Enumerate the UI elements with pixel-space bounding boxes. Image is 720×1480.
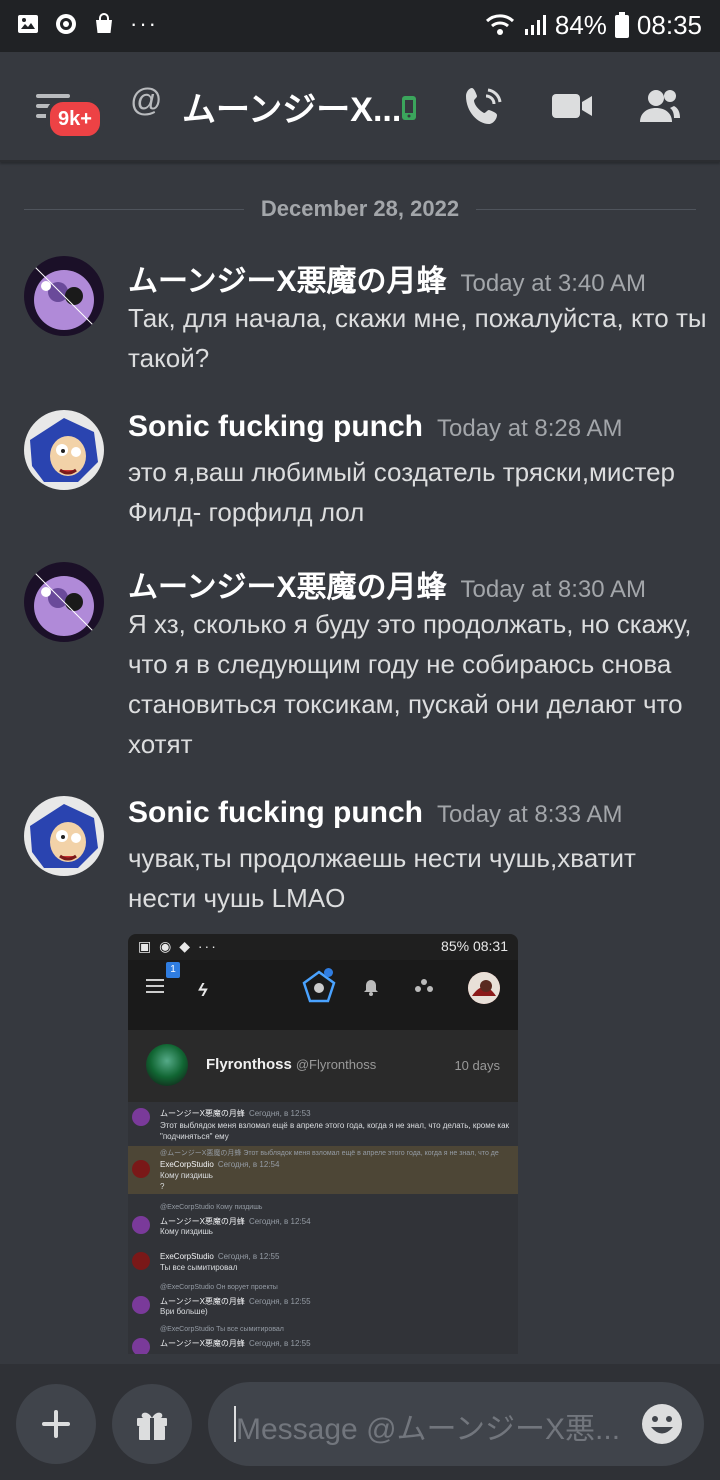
attachment-profile-avatar	[146, 1044, 188, 1086]
attachment-chat-avatar	[132, 1160, 150, 1178]
screen: ··· 84% 08:35 9k+ @ ムーンジーX... December 2…	[0, 0, 720, 1480]
battery-percent: 84%	[554, 10, 607, 40]
members-icon[interactable]	[638, 84, 682, 128]
attachment-chat-text: Ври больше)	[160, 1307, 208, 1316]
attachment-chat-reply: @ExeCorpStudio Ты все сымитировал	[160, 1326, 284, 1333]
attachment-profile-handle: @Flyronthoss	[295, 1057, 377, 1072]
gallery-icon	[18, 15, 38, 33]
timestamp: Today at 8:30 AM	[460, 576, 646, 603]
app-icon	[56, 14, 76, 34]
attachment-badge: 1	[166, 962, 180, 978]
attachment-chat-time: Сегодня, в 12:55	[217, 1252, 280, 1261]
attachment-chat-time: Сегодня, в 12:55	[248, 1297, 311, 1306]
status-bar: ··· 84% 08:35	[0, 0, 720, 52]
channel-header: 9k+ @ ムーンジーX...	[0, 52, 720, 162]
attachment-chat-author: ムーンジーX悪魔の月蜂	[160, 1109, 245, 1118]
battery-icon	[614, 12, 629, 38]
attachment-chat-avatar	[132, 1296, 150, 1314]
attachment-battery: 85%	[441, 938, 470, 954]
more-dots-icon: ···	[130, 11, 158, 36]
attachment-chat-text: Этот выблядок меня взломал ещё в апреле …	[160, 1121, 510, 1141]
attachment-status-bar: ▣ ◉ ◆ ··· 85% 08:31	[128, 934, 518, 960]
attachment-notification-dot	[324, 968, 333, 977]
attachment-chat-text: Кому пиздишь	[160, 1227, 213, 1236]
attachment-chat-text: Ты все сымитировал	[160, 1263, 238, 1272]
attachment-profile-age: 10 days	[454, 1058, 500, 1073]
date-divider: December 28, 2022	[24, 194, 696, 224]
shopping-bag-icon	[96, 13, 112, 33]
attachment-chat-avatar	[132, 1338, 150, 1354]
attachment-chat-time: Сегодня, в 12:54	[217, 1160, 280, 1169]
add-icon	[42, 1410, 70, 1438]
avatar[interactable]	[24, 410, 104, 490]
attachment-chat-reply: @ExeCorpStudio Он ворует проекты	[160, 1284, 278, 1291]
add-button[interactable]	[16, 1384, 96, 1464]
attachment-chat-avatar	[132, 1108, 150, 1126]
status-time: 08:35	[636, 10, 702, 40]
signal-icon	[524, 15, 546, 35]
at-icon: @	[130, 82, 163, 118]
attachment-chat-avatar	[132, 1216, 150, 1234]
timestamp: Today at 8:28 AM	[437, 415, 623, 442]
attachment-profile-name: Flyronthoss	[206, 1056, 292, 1073]
attachment-chat-time: Сегодня, в 12:54	[248, 1217, 311, 1226]
message-text: Так, для начала, скажи мне, пожалуйста, …	[128, 303, 707, 373]
author-name[interactable]: Sonic fucking punch	[128, 410, 423, 443]
attachment-chat-author: ExeCorpStudio	[160, 1252, 214, 1261]
message-text: Я хз, сколько я буду это продолжать, но …	[128, 609, 692, 759]
attachment-time: 08:31	[472, 938, 508, 954]
attachment-chat-text: Кому пиздишь	[160, 1171, 213, 1180]
attachment-lightning-icon: ϟ	[198, 980, 208, 1000]
attachment-chat-author: ムーンジーX悪魔の月蜂	[160, 1217, 245, 1226]
attachment-menu-icon	[146, 979, 164, 993]
attachment-chat-avatar	[132, 1252, 150, 1270]
dm-title[interactable]: ムーンジーX...	[182, 82, 401, 131]
unread-badge: 9k+	[46, 98, 104, 140]
attachment-people-icon	[415, 979, 433, 992]
attachment-chat-time: Сегодня, в 12:53	[248, 1109, 311, 1118]
attachment-chat: ムーンジーX悪魔の月蜂 Сегодня, в 12:53 Этот выблядо…	[128, 1102, 518, 1354]
author-name[interactable]: ムーンジーX悪魔の月蜂	[128, 571, 447, 604]
attachment-chat-reply: @ムーンジーX悪魔の月蜂 Этот выблядок меня взломал …	[160, 1150, 499, 1157]
gift-icon	[137, 1412, 167, 1440]
image-attachment[interactable]: ▣ ◉ ◆ ··· 85% 08:31 1 ϟ Flyronthoss @Flyr…	[128, 934, 518, 1354]
video-icon[interactable]	[550, 84, 594, 128]
date-divider-label: December 28, 2022	[260, 196, 460, 221]
avatar[interactable]	[24, 796, 104, 876]
attachment-chat-author: ExeCorpStudio	[160, 1160, 214, 1169]
attachment-chat-text: ?	[160, 1182, 165, 1191]
message-composer: Message @ムーンジーX悪...	[0, 1364, 720, 1480]
author-name[interactable]: Sonic fucking punch	[128, 796, 423, 829]
message-placeholder: Message @ムーンジーX悪...	[236, 1413, 621, 1446]
timestamp: Today at 3:40 AM	[460, 270, 646, 297]
emoji-icon[interactable]	[640, 1402, 684, 1446]
wifi-icon	[485, 14, 514, 35]
call-icon[interactable]	[462, 84, 506, 128]
attachment-status-icons: ▣ ◉ ◆ ···	[138, 938, 218, 954]
avatar[interactable]	[24, 256, 104, 336]
gift-button[interactable]	[112, 1384, 192, 1464]
message-input[interactable]: Message @ムーンジーX悪...	[208, 1382, 704, 1466]
attachment-user-avatar	[468, 972, 500, 1004]
attachment-chat-author: ムーンジーX悪魔の月蜂	[160, 1339, 245, 1348]
attachment-profile-row: Flyronthoss @Flyronthoss 10 days	[128, 1030, 518, 1102]
attachment-chat-time: Сегодня, в 12:55	[248, 1339, 311, 1348]
message-text: это я,ваш любимый создатель тряски,мисте…	[128, 457, 675, 527]
attachment-chat-author: ムーンジーX悪魔の月蜂	[160, 1297, 245, 1306]
author-name[interactable]: ムーンジーX悪魔の月蜂	[128, 265, 447, 298]
attachment-chat-reply: @ExeCorpStudio Кому пиздишь	[160, 1204, 263, 1211]
timestamp: Today at 8:33 AM	[437, 801, 623, 828]
message-text: чувак,ты продолжаешь нести чушь,хватит н…	[128, 843, 636, 913]
avatar[interactable]	[24, 562, 104, 642]
mobile-status-icon	[402, 96, 416, 120]
attachment-bell-icon	[364, 980, 378, 996]
